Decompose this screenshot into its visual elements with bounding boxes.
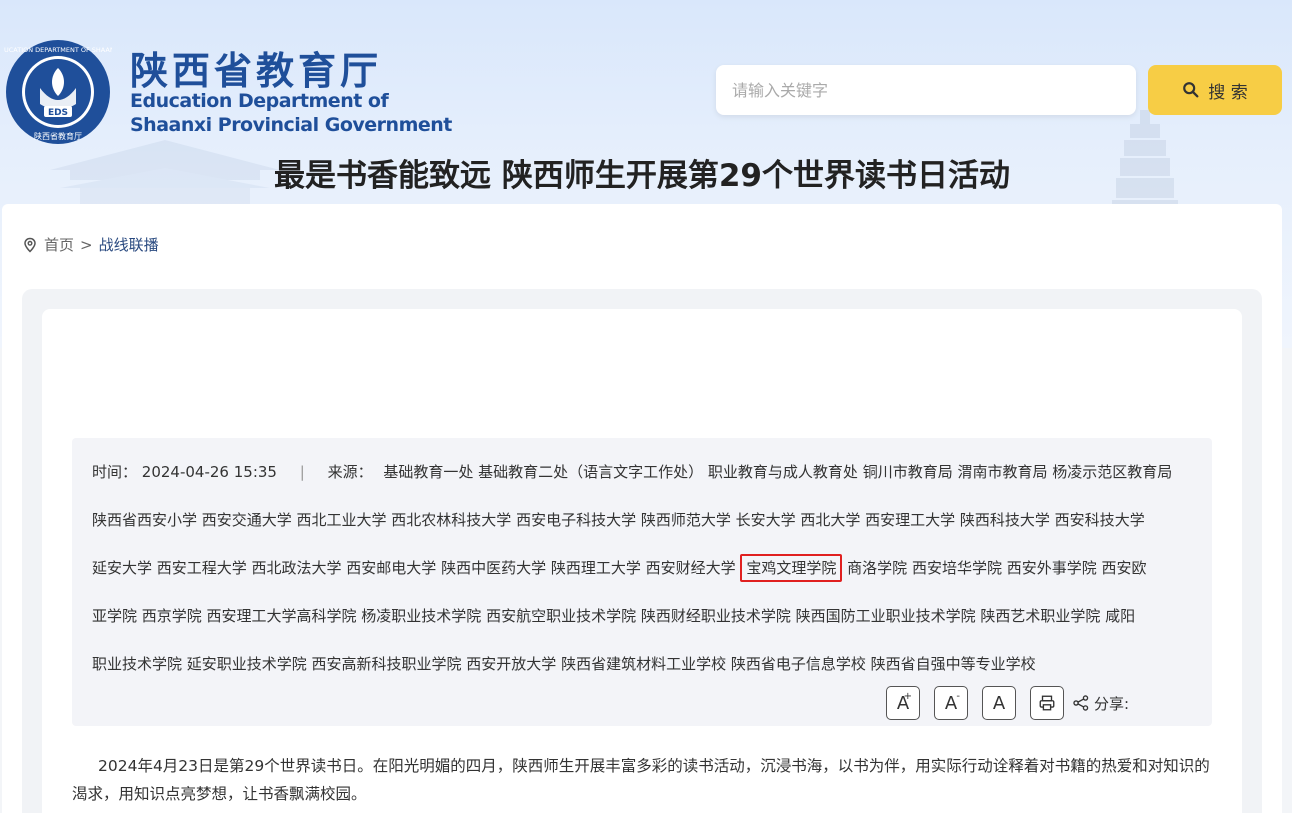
share-section[interactable]: 分享: — [1072, 693, 1129, 714]
search-button-label: 搜 索 — [1208, 82, 1248, 103]
site-title-en-line1[interactable]: Education Department of — [130, 90, 389, 112]
font-decrease-sup: - — [956, 691, 960, 702]
print-button[interactable] — [1030, 686, 1064, 720]
font-decrease-label: A — [944, 692, 958, 714]
font-decrease-button[interactable]: A- — [934, 686, 968, 720]
site-title-cn[interactable]: 陕西省教育厅 — [130, 40, 382, 95]
source-text-line2: 陕西省西安小学 西安交通大学 西北工业大学 西北农林科技大学 西安电子科技大学 … — [92, 511, 1145, 529]
article-body-paragraph: 2024年4月23日是第29个世界读书日。在阳光明媚的四月，陕西师生开展丰富多彩… — [72, 757, 1210, 803]
source-text-line5: 职业技术学院 延安职业技术学院 西安高新科技职业学院 西安开放大学 陕西省建筑材… — [92, 655, 1036, 673]
share-icon — [1073, 695, 1089, 711]
article-title: 最是书香能致远 陕西师生开展第29个世界读书日活动 — [274, 158, 1010, 194]
font-reset-button[interactable]: A — [982, 686, 1016, 720]
breadcrumb-home-link[interactable]: 首页 — [44, 234, 74, 255]
font-increase-sup: + — [903, 691, 912, 702]
meta-line-1: 时间： 2024-04-26 15:35 | 来源： 基础教育一处 基础教育二处… — [92, 448, 1212, 496]
print-icon — [1039, 695, 1055, 711]
svg-text:EDS: EDS — [48, 108, 68, 118]
article-tools: A + A- A 分享: — [886, 686, 1129, 720]
source-text-line3-before: 延安大学 西安工程大学 西北政法大学 西安邮电大学 陕西中医药大学 陕西理工大学… — [92, 559, 741, 577]
search-icon — [1183, 82, 1199, 98]
location-pin-icon — [24, 237, 36, 253]
font-increase-button[interactable]: A + — [886, 686, 920, 720]
svg-text:陕西省教育厅: 陕西省教育厅 — [34, 131, 82, 141]
source-text-line1: 基础教育一处 基础教育二处（语言文字工作处） 职业教育与成人教育处 铜川市教育局… — [383, 463, 1173, 481]
font-reset-label: A — [992, 692, 1006, 714]
highlighted-source-baoji-university: 宝鸡文理学院 — [740, 554, 843, 582]
source-text-line3-after: 商洛学院 西安培华学院 西安外事学院 西安欧 — [842, 559, 1147, 577]
source-label: 来源： — [327, 463, 373, 481]
meta-line-3: 延安大学 西安工程大学 西北政法大学 西安邮电大学 陕西中医药大学 陕西理工大学… — [92, 544, 1212, 592]
source-text-line4: 亚学院 西京学院 西安理工大学高科学院 杨凌职业技术学院 西安航空职业技术学院 … — [92, 607, 1136, 625]
meta-divider: | — [299, 463, 305, 481]
time-value: 2024-04-26 15:35 — [141, 463, 277, 481]
breadcrumb: 首页 > 战线联播 — [22, 234, 159, 255]
education-department-seal-logo[interactable]: EDS EDUCATION DEPARTMENT OF SHAANXI 陕西省教… — [4, 38, 112, 146]
search-button[interactable]: 搜 索 — [1148, 65, 1282, 115]
share-label: 分享: — [1094, 694, 1130, 713]
svg-text:EDUCATION DEPARTMENT OF SHAANX: EDUCATION DEPARTMENT OF SHAANXI — [4, 46, 112, 54]
article-meta-box: 时间： 2024-04-26 15:35 | 来源： 基础教育一处 基础教育二处… — [72, 438, 1212, 726]
article-meta: 时间： 2024-04-26 15:35 | 来源： 基础教育一处 基础教育二处… — [92, 448, 1212, 688]
site-title-en-line2[interactable]: Shaanxi Provincial Government — [130, 114, 452, 136]
time-label: 时间： — [92, 463, 138, 481]
breadcrumb-separator: > — [80, 235, 93, 254]
breadcrumb-current-link[interactable]: 战线联播 — [99, 234, 159, 255]
search-input[interactable] — [716, 65, 1136, 115]
